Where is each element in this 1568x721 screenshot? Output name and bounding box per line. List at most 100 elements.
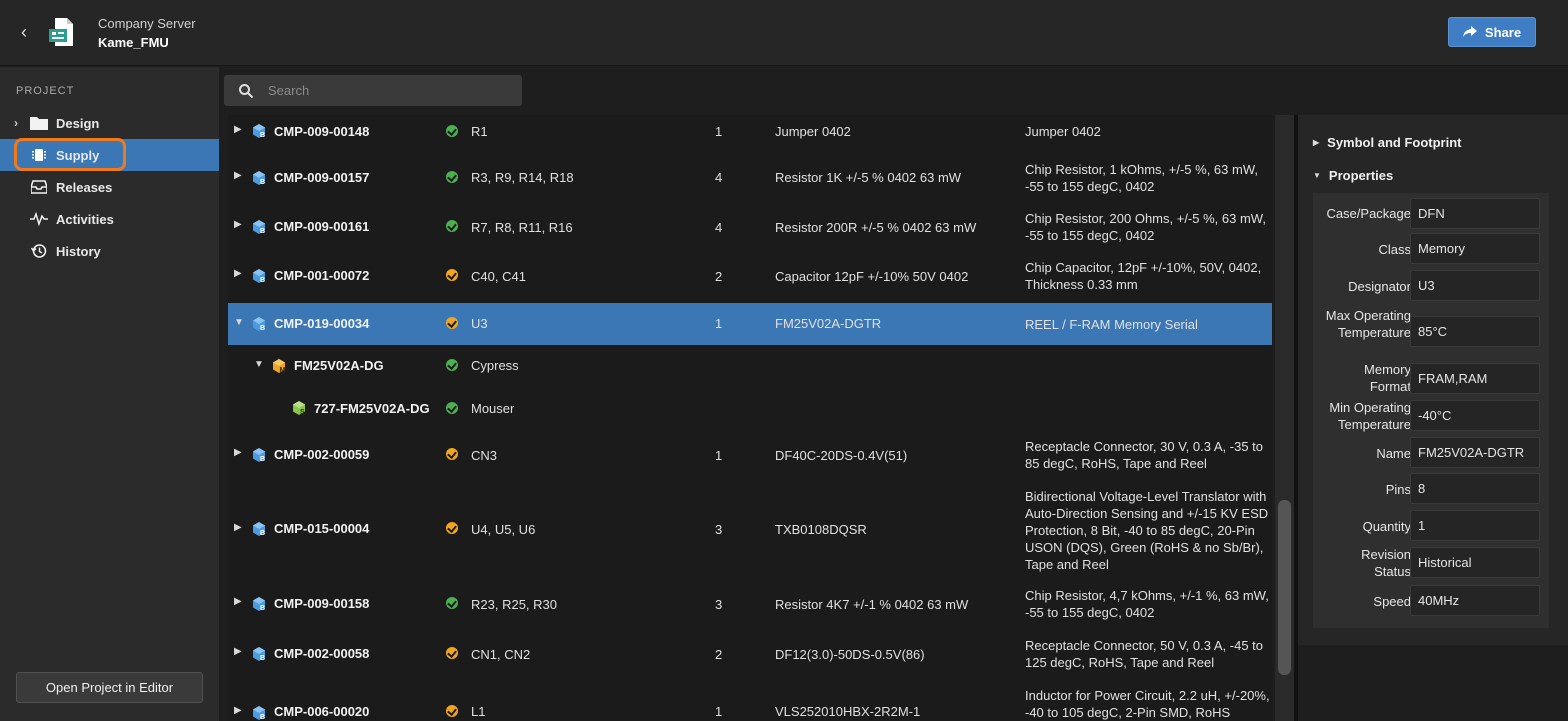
component-icon: B xyxy=(253,448,265,463)
part-number: CMP-009-00158 xyxy=(274,596,370,611)
expand-triangle-icon[interactable]: ▶ xyxy=(234,705,244,716)
table-row[interactable]: ▶ B CMP-009-00158 R23, R25, R30 3 Resist… xyxy=(228,584,1272,630)
share-button[interactable]: Share xyxy=(1448,17,1536,47)
component-icon: B xyxy=(253,171,265,186)
quantity: 2 xyxy=(715,269,723,284)
quantity: 3 xyxy=(715,597,723,612)
search-box[interactable] xyxy=(224,75,522,106)
designators: U4, U5, U6 xyxy=(471,522,536,537)
sidebar-item-activities[interactable]: Activities xyxy=(0,203,219,235)
prop-label: Pins xyxy=(1385,482,1411,497)
quantity: 3 xyxy=(715,522,723,537)
expand-triangle-icon[interactable]: ▶ xyxy=(234,268,244,279)
table-row[interactable]: ▶ B CMP-009-00161 R7, R8, R11, R16 4 Res… xyxy=(228,208,1272,254)
component-icon: B xyxy=(253,220,265,235)
status-ok-icon xyxy=(446,402,458,414)
expand-triangle-icon[interactable]: ▶ xyxy=(234,522,244,533)
component-icon: B xyxy=(253,522,265,537)
top-bar: ‹ Company Server Kame_FMU Share xyxy=(0,0,1568,66)
svg-text:B: B xyxy=(260,179,265,186)
prop-value[interactable]: 1 xyxy=(1410,510,1540,541)
share-label: Share xyxy=(1484,24,1522,40)
chevron-right-icon[interactable]: › xyxy=(14,116,26,130)
sidebar-item-design[interactable]: › Design xyxy=(0,107,219,139)
table-scrollbar[interactable] xyxy=(1275,115,1294,721)
sidebar-item-releases[interactable]: Releases xyxy=(0,171,219,203)
expand-triangle-icon[interactable]: ▶ xyxy=(234,219,244,230)
prop-value[interactable]: FRAM,RAM xyxy=(1410,363,1540,394)
comment: VLS252010HBX-2R2M-1 xyxy=(775,704,921,719)
properties-list: Case/Package DFN Class Memory Designator… xyxy=(1313,193,1549,628)
supply-table: ▶ B CMP-009-00148 R1 1 Jumper 0402 Jumpe… xyxy=(228,115,1272,721)
table-row[interactable]: ▶ B CMP-006-00020 L1 1 VLS252010HBX-2R2M… xyxy=(228,683,1272,721)
prop-value[interactable]: DFN xyxy=(1410,198,1540,229)
section-symbol-footprint[interactable]: ▶ Symbol and Footprint xyxy=(1313,135,1461,150)
prop-value[interactable]: -40°C xyxy=(1410,400,1540,431)
svg-text:B: B xyxy=(260,228,265,235)
prop-value[interactable]: 85°C xyxy=(1410,316,1540,347)
prop-value[interactable]: 40MHz xyxy=(1410,585,1540,616)
status-warning-icon xyxy=(446,448,458,460)
expand-triangle-icon: ▶ xyxy=(1313,138,1320,147)
part-number: 727-FM25V02A-DG xyxy=(314,401,430,416)
prop-value[interactable]: FM25V02A-DGTR xyxy=(1410,437,1540,468)
back-chevron-icon[interactable]: ‹ xyxy=(14,22,34,42)
expand-triangle-icon[interactable]: ▶ xyxy=(234,596,244,607)
part-number: CMP-006-00020 xyxy=(274,704,370,719)
table-row[interactable]: ▶ B CMP-002-00059 CN3 1 DF40C-20DS-0.4V(… xyxy=(228,435,1272,481)
prop-value[interactable]: 8 xyxy=(1410,473,1540,504)
table-row[interactable]: ▶ B CMP-001-00072 C40, C41 2 Capacitor 1… xyxy=(228,257,1272,303)
expand-triangle-icon[interactable]: ▶ xyxy=(234,646,244,657)
table-row[interactable]: ▶ B CMP-015-00004 U4, U5, U6 3 TXB0108DQ… xyxy=(228,485,1272,573)
table-row-manufacturer-part[interactable]: ▼ M FM25V02A-DG Cypress xyxy=(228,345,1272,387)
component-icon: B xyxy=(253,597,265,612)
sidebar: PROJECT › Design Supply Releases Activit… xyxy=(0,67,219,721)
status-warning-icon xyxy=(446,705,458,717)
sidebar-heading: PROJECT xyxy=(16,85,75,97)
designators: C40, C41 xyxy=(471,269,526,284)
sidebar-item-label: History xyxy=(56,243,101,259)
expand-triangle-icon[interactable]: ▶ xyxy=(234,447,244,458)
manufacturer: Cypress xyxy=(471,358,519,373)
table-row[interactable]: ▶ B CMP-009-00148 R1 1 Jumper 0402 Jumpe… xyxy=(228,115,1272,147)
part-number: CMP-009-00157 xyxy=(274,170,370,185)
part-number: CMP-009-00161 xyxy=(274,219,370,234)
expand-triangle-icon[interactable]: ▶ xyxy=(234,170,244,181)
prop-label: Quantity xyxy=(1362,519,1411,534)
svg-text:B: B xyxy=(260,325,265,332)
collapse-triangle-icon[interactable]: ▼ xyxy=(254,359,264,370)
table-row-supplier-part[interactable]: S 727-FM25V02A-DG Mouser xyxy=(228,387,1272,429)
search-input[interactable] xyxy=(268,83,498,98)
part-number: CMP-019-00034 xyxy=(274,316,370,331)
part-number: CMP-009-00148 xyxy=(274,124,370,139)
prop-value[interactable]: Memory xyxy=(1410,233,1540,264)
prop-label: Class xyxy=(1378,242,1411,257)
description: Jumper 0402 xyxy=(1025,124,1101,139)
sidebar-item-history[interactable]: History xyxy=(0,235,219,267)
status-ok-icon xyxy=(446,359,458,371)
open-project-button[interactable]: Open Project in Editor xyxy=(16,672,203,703)
description: Receptacle Connector, 50 V, 0.3 A, -45 t… xyxy=(1025,638,1264,670)
table-row[interactable]: ▶ B CMP-002-00058 CN1, CN2 2 DF12(3.0)-5… xyxy=(228,634,1272,680)
pcb-document-icon xyxy=(46,15,80,49)
part-number: CMP-002-00059 xyxy=(274,447,370,462)
comment: Resistor 200R +/-5 % 0402 63 mW xyxy=(775,220,977,235)
table-row[interactable]: ▶ B CMP-009-00157 R3, R9, R14, R18 4 Res… xyxy=(228,159,1272,205)
comment: Resistor 4K7 +/-1 % 0402 63 mW xyxy=(775,597,969,612)
section-title: Properties xyxy=(1328,168,1394,183)
description: Chip Capacitor, 12pF +/-10%, 50V, 0402, … xyxy=(1025,260,1262,292)
section-properties[interactable]: ▼ Properties xyxy=(1313,168,1393,183)
scrollbar-thumb[interactable] xyxy=(1278,500,1291,675)
prop-value[interactable]: U3 xyxy=(1410,270,1540,301)
inbox-icon xyxy=(28,180,50,194)
collapse-triangle-icon[interactable]: ▼ xyxy=(234,317,244,328)
prop-label: Designator xyxy=(1348,279,1411,294)
table-row-selected[interactable]: ▼ B CMP-019-00034 U3 1 FM25V02A-DGTR REE… xyxy=(228,303,1272,345)
expand-triangle-icon[interactable]: ▶ xyxy=(234,124,244,135)
status-warning-icon xyxy=(446,647,458,659)
component-icon: B xyxy=(253,706,265,721)
prop-value[interactable]: Historical xyxy=(1410,547,1540,578)
description: REEL / F-RAM Memory Serial xyxy=(1025,317,1198,332)
description: Bidirectional Voltage-Level Translator w… xyxy=(1025,489,1269,572)
quantity: 1 xyxy=(715,124,723,139)
